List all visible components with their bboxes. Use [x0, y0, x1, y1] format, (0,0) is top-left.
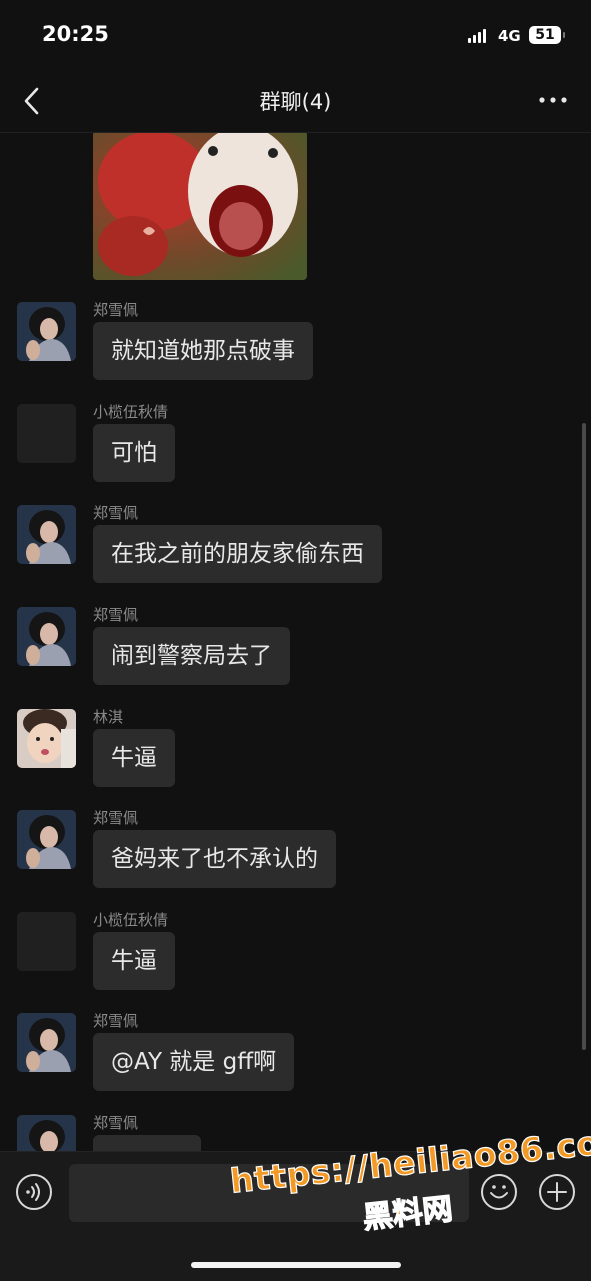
nav-bar: 群聊(4)	[0, 70, 591, 133]
message-row: 郑雪佩 在我之前的朋友家偷东西	[0, 502, 591, 594]
sender-name: 郑雪佩	[93, 1114, 139, 1132]
woman-photo-image	[17, 607, 76, 666]
plus-icon	[539, 1174, 575, 1210]
more-functions-button[interactable]	[538, 1173, 576, 1211]
chat-area[interactable]: 郑雪佩 就知道她那点破事 小榄伍秋倩 可怕 郑雪佩 在我之前的朋友家偷东西 郑雪…	[0, 133, 591, 1151]
message-row: 小榄伍秋倩 牛逼	[0, 909, 591, 1001]
message-bubble[interactable]: 闹到警察局去了	[93, 627, 290, 685]
emoji-button[interactable]	[480, 1173, 518, 1211]
message-bubble[interactable]: @AY 就是 gff啊	[93, 1033, 295, 1091]
status-bar: 20:25 4G 51	[0, 0, 591, 70]
more-dots-icon	[539, 97, 567, 103]
network-type: 4G	[498, 27, 521, 45]
avatar[interactable]	[17, 709, 76, 768]
message-row: 郑雪佩 就知道她那点破事	[0, 299, 591, 391]
woman-photo-image	[17, 302, 76, 361]
image-message[interactable]	[93, 133, 307, 280]
sender-name: 郑雪佩	[93, 504, 139, 522]
signal-icon	[468, 29, 488, 43]
message-bubble[interactable]: 可怕	[93, 424, 175, 482]
chat-title: 群聊(4)	[259, 90, 332, 114]
avatar[interactable]	[17, 607, 76, 666]
avatar[interactable]	[17, 302, 76, 361]
status-time: 20:25	[42, 22, 109, 46]
message-bubble[interactable]	[93, 1135, 201, 1151]
message-bubble[interactable]: 就知道她那点破事	[93, 322, 313, 380]
sender-name: 郑雪佩	[93, 301, 139, 319]
sender-name: 郑雪佩	[93, 1012, 139, 1030]
message-bubble[interactable]: 在我之前的朋友家偷东西	[93, 525, 382, 583]
message-row: 郑雪佩 闹到警察局去了	[0, 604, 591, 696]
woman-photo-image	[17, 810, 76, 869]
home-indicator[interactable]	[191, 1262, 401, 1268]
child-photo-image	[17, 709, 76, 768]
emoji-icon	[481, 1174, 517, 1210]
voice-icon	[16, 1174, 52, 1210]
voice-button[interactable]	[15, 1173, 53, 1211]
message-bubble[interactable]: 爸妈来了也不承认的	[93, 830, 336, 888]
avatar[interactable]	[17, 505, 76, 564]
message-row: 郑雪佩 爸妈来了也不承认的	[0, 807, 591, 899]
woman-photo-image	[17, 505, 76, 564]
avatar[interactable]	[17, 1013, 76, 1072]
sender-name: 小榄伍秋倩	[93, 911, 169, 929]
message-row: 林淇 牛逼	[0, 706, 591, 798]
woman-photo-image	[17, 1013, 76, 1072]
message-row: 郑雪佩	[0, 1112, 591, 1151]
avatar[interactable]	[17, 404, 76, 463]
message-bubble[interactable]: 牛逼	[93, 932, 175, 990]
avatar[interactable]	[17, 810, 76, 869]
woman-photo-image	[17, 1115, 76, 1151]
avatar[interactable]	[17, 912, 76, 971]
avatar[interactable]	[17, 1115, 76, 1151]
sender-name: 郑雪佩	[93, 809, 139, 827]
message-bubble[interactable]: 牛逼	[93, 729, 175, 787]
message-row: 郑雪佩 @AY 就是 gff啊	[0, 1010, 591, 1102]
sticker-image	[93, 133, 307, 280]
sender-name: 林淇	[93, 708, 124, 726]
sender-name: 小榄伍秋倩	[93, 403, 169, 421]
battery-icon: 51	[529, 26, 565, 44]
scrollbar[interactable]	[582, 423, 586, 1050]
message-row: 小榄伍秋倩 可怕	[0, 401, 591, 493]
more-button[interactable]	[537, 88, 569, 112]
sender-name: 郑雪佩	[93, 606, 139, 624]
message-input[interactable]	[69, 1164, 469, 1222]
